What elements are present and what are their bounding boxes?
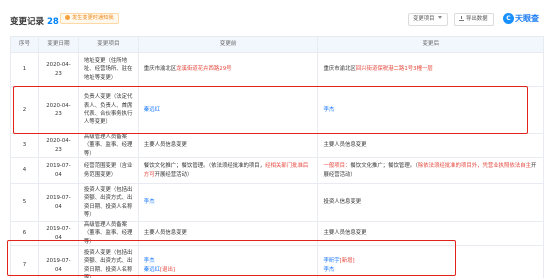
- change-record-table: 序号 变更日期 变更项目 变更前 变更后 1 2020-04-23 地址变更（住…: [10, 36, 544, 278]
- after-changed-text: 一般项目：: [323, 163, 351, 170]
- filter-label: 变更项目: [413, 16, 435, 22]
- row-before: 主要人员信息变更: [139, 222, 319, 245]
- table-row: 5 2019-07-04 投资人变更（包括出资额、出资方式、出资日期、投资人名称…: [11, 184, 544, 222]
- column-header-date: 变更日期: [38, 37, 79, 52]
- logo-text: 天眼查: [515, 14, 539, 23]
- row-date: 2019-07-04: [39, 246, 79, 278]
- row-date: 2020-04-23: [39, 87, 79, 133]
- table-row: 2 2020-04-23 负责人变更（法定代表人、负责人、首席代表、合伙事务执行…: [11, 87, 544, 134]
- row-index: 7: [11, 246, 39, 278]
- after-changed-text-2: 除依法须经批准的项目外，凭营业执照依法自主: [417, 163, 532, 170]
- row-index: 4: [11, 158, 39, 183]
- column-header-item: 变更项目: [78, 37, 139, 52]
- person-link-2[interactable]: 秦远红: [144, 267, 160, 273]
- row-before: 李杰 秦远红[退出]: [139, 246, 319, 278]
- row-date: 2019-07-04: [39, 184, 79, 221]
- record-count: 28: [47, 17, 59, 27]
- row-before: 餐饮文化推广；餐饮管理。（依法须经批准的项目，经相关部门批准后方可开展经营活动）: [139, 158, 319, 183]
- row-after: 主要人员信息变更: [318, 134, 544, 157]
- notify-badge-label: 发生变更时通知我: [72, 15, 114, 21]
- tianyancha-logo: C 天眼查: [503, 13, 539, 26]
- row-index: 1: [11, 53, 39, 86]
- table-header-row: 序号 变更日期 变更项目 变更前 变更后: [11, 37, 544, 53]
- section-title: 变更记录 28: [10, 15, 59, 27]
- row-before: 重庆市渝北区龙溪街道花卉西路29号: [139, 53, 319, 86]
- chevron-down-icon: [437, 16, 442, 19]
- row-after: 主要人员信息变更: [318, 222, 544, 245]
- after-text: 餐饮文化推广；餐饮管理。（: [350, 163, 418, 170]
- person-link[interactable]: 秦远红: [144, 106, 160, 114]
- export-data-button[interactable]: 导出数据: [454, 13, 494, 26]
- row-date: 2019-07-04: [39, 222, 79, 245]
- row-date: 2020-04-23: [39, 53, 79, 86]
- after-changed-text: 回兴街道保税港二路1号3幢一层: [355, 66, 433, 73]
- person-link[interactable]: 李杰: [323, 106, 334, 114]
- logo-mark: C: [503, 13, 514, 24]
- row-index: 2: [11, 87, 39, 133]
- row-after: 一般项目：餐饮文化推广；餐饮管理。（除依法须经批准的项目外，凭营业执照依法自主开…: [318, 158, 544, 183]
- change-item-filter-button[interactable]: 变更项目: [408, 13, 448, 26]
- row-item: 地址变更（住所地址、经营场所、驻在地址等变更）: [79, 53, 139, 86]
- person-link[interactable]: 李杰: [144, 257, 175, 265]
- row-after: 投资人信息变更: [318, 184, 544, 221]
- row-item: 投资人变更（包括出资额、出资方式、出资日期、投资人名称等）: [79, 246, 139, 278]
- section-title-text: 变更记录: [10, 17, 45, 27]
- column-header-before: 变更前: [138, 37, 319, 52]
- row-date: 2020-04-23: [39, 134, 79, 157]
- table-row: 6 2019-07-04 高级管理人员备案（董事、监事、经理等） 主要人员信息变…: [11, 222, 544, 246]
- row-before: 主要人员信息变更: [139, 134, 319, 157]
- row-item: 投资人变更（包括出资额、出资方式、出资日期、投资人名称等）: [79, 184, 139, 221]
- row-date: 2019-07-04: [39, 158, 79, 183]
- table-row: 7 2019-07-04 投资人变更（包括出资额、出资方式、出资日期、投资人名称…: [11, 246, 544, 278]
- row-item: 负责人变更（法定代表人、负责人、首席代表、合伙事务执行人等变更）: [79, 87, 139, 133]
- export-label: 导出数据: [466, 16, 488, 22]
- download-icon: [459, 15, 464, 21]
- row-index: 3: [11, 134, 39, 157]
- row-item: 经营范围变更（含业务范围变更）: [79, 158, 139, 183]
- table-row: 4 2019-07-04 经营范围变更（含业务范围变更） 餐饮文化推广；餐饮管理…: [11, 158, 544, 184]
- person-link-2[interactable]: 李杰: [323, 266, 354, 274]
- exit-tag: [退出]: [159, 266, 175, 273]
- table-row: 1 2020-04-23 地址变更（住所地址、经营场所、驻在地址等变更） 重庆市…: [11, 53, 544, 87]
- row-before: 李杰: [139, 184, 319, 221]
- row-before: 秦远红: [139, 87, 319, 133]
- before-text-tail: 开展经营活动）: [154, 171, 193, 178]
- row-item: 高级管理人员备案（董事、监事、经理等）: [79, 134, 139, 157]
- person-link[interactable]: 李昕宇: [323, 258, 339, 264]
- column-header-index: 序号: [11, 37, 39, 52]
- row-after: 李杰: [318, 87, 544, 133]
- row-after: 李昕宇[新增] 李杰: [318, 246, 544, 278]
- notify-badge[interactable]: 发生变更时通知我: [60, 13, 119, 24]
- row-after: 重庆市渝北区回兴街道保税港二路1号3幢一层: [318, 53, 544, 86]
- person-link[interactable]: 李杰: [144, 198, 155, 206]
- row-index: 5: [11, 184, 39, 221]
- bell-icon: [65, 14, 70, 20]
- page-header: 变更记录 28 发生变更时通知我 变更项目 导出数据 C 天眼查: [0, 0, 550, 36]
- before-text: 餐饮文化推广；餐饮管理。（依法须经批准的项目，: [143, 163, 266, 170]
- before-text: 重庆市渝北区: [143, 66, 177, 73]
- table-row: 3 2020-04-23 高级管理人员备案（董事、监事、经理等） 主要人员信息变…: [11, 134, 544, 158]
- row-item: 高级管理人员备案（董事、监事、经理等）: [79, 222, 139, 245]
- new-tag: [新增]: [339, 258, 355, 265]
- row-index: 6: [11, 222, 39, 245]
- after-text: 重庆市渝北区: [323, 66, 356, 73]
- column-header-after: 变更后: [318, 37, 544, 52]
- before-changed-text: 龙溪街道花卉西路29号: [176, 66, 232, 73]
